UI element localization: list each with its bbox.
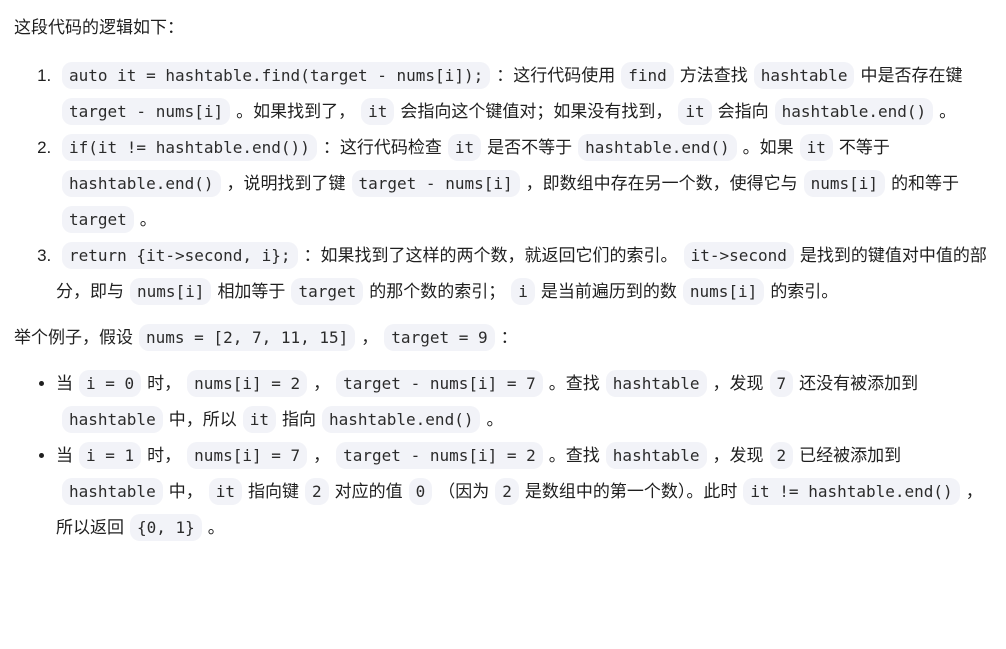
- inline-code: 2: [495, 478, 519, 505]
- inline-code: 2: [304, 478, 329, 505]
- inline-code: nums[i]: [682, 278, 765, 305]
- text-run: 。如果找到了，: [236, 102, 356, 122]
- text-run: ，即数组中存在另一个数，使得它与: [525, 174, 798, 194]
- inline-code: hashtable: [62, 406, 163, 433]
- text-run: 举个例子，假设: [14, 328, 133, 348]
- text-run: 当: [56, 446, 73, 466]
- case-item: 当 i = 0时，nums[i] = 2，target - nums[i] = 7…: [56, 366, 992, 438]
- text-run: 。: [207, 518, 225, 538]
- inline-code: target - nums[i]: [351, 170, 520, 197]
- inline-code: nums[i]: [803, 170, 886, 197]
- text-run: ：这行代码使用: [496, 66, 616, 86]
- text-run: ，发现: [712, 374, 764, 394]
- text-run: 还没有被添加到: [799, 374, 919, 394]
- text-run: 的和等于: [891, 174, 960, 194]
- text-run: ，: [361, 328, 379, 348]
- inline-code: nums[i] = 7: [187, 442, 308, 469]
- text-run: 方法查找: [679, 66, 748, 86]
- text-run: ：这行代码检查: [322, 138, 442, 158]
- inline-code: nums[i] = 2: [187, 370, 308, 397]
- inline-code: hashtable.end(): [774, 98, 934, 125]
- inline-code: target: [62, 206, 134, 233]
- text-run: ：如果找到了这样的两个数，就返回它们的索引。: [303, 246, 678, 266]
- text-run: 中，所以: [168, 410, 237, 430]
- inline-code: it: [678, 98, 712, 125]
- text-run: 会指向: [717, 102, 769, 122]
- text-run: 相加等于: [217, 282, 286, 302]
- inline-code: target - nums[i] = 2: [336, 442, 543, 469]
- text-run: 。: [486, 410, 504, 430]
- inline-code: hashtable: [605, 370, 707, 397]
- example-cases-list: 当i = 0时，nums[i] = 2，target - nums[i] = 7…: [14, 366, 992, 546]
- inline-code: it: [208, 478, 242, 505]
- inline-code: hashtable.end(): [578, 134, 737, 161]
- text-run: 会指向这个键值对；如果没有找到，: [400, 102, 673, 122]
- step-item: auto it = hashtable.find(target - nums[i…: [56, 58, 992, 130]
- inline-code: it: [799, 134, 833, 161]
- text-run: 指向: [281, 410, 316, 430]
- inline-code: i = 0: [79, 370, 142, 397]
- inline-code: it->second: [683, 242, 794, 269]
- inline-code: 0: [408, 478, 433, 505]
- inline-code: it: [361, 98, 395, 125]
- text-run: 是数组中的第一个数）。此时: [524, 482, 738, 502]
- text-run: 是当前遍历到的数: [540, 282, 677, 302]
- inline-code: target = 9: [384, 324, 495, 351]
- text-run: 。查找: [548, 374, 600, 394]
- inline-code: target - nums[i]: [62, 98, 231, 125]
- inline-code: return {it->second, i};: [62, 242, 298, 269]
- inline-code: {0, 1}: [130, 514, 202, 541]
- inline-code: i: [511, 278, 535, 305]
- text-run: ：: [500, 328, 518, 348]
- text-run: 不等于: [838, 138, 890, 158]
- inline-code: if(it != hashtable.end()): [62, 134, 317, 161]
- text-run: 时，: [147, 374, 182, 394]
- inline-code: 2: [769, 442, 794, 469]
- inline-code: find: [621, 62, 674, 89]
- text-run: 指向键: [247, 482, 299, 502]
- example-intro: 举个例子，假设 nums = [2, 7, 11, 15]， target = 9：: [14, 322, 992, 354]
- text-run: ，: [313, 374, 331, 394]
- text-run: 。: [139, 210, 157, 230]
- text-run: 。: [939, 102, 957, 122]
- inline-code: hashtable: [605, 442, 707, 469]
- inline-code: target: [291, 278, 364, 305]
- inline-code: it: [242, 406, 276, 433]
- text-run: 时，: [147, 446, 182, 466]
- text-run: 是否不等于: [487, 138, 573, 158]
- intro-text: 这段代码的逻辑如下：: [14, 18, 184, 38]
- step-item: return {it->second, i};：如果找到了这样的两个数，就返回它…: [56, 238, 992, 310]
- inline-code: nums[i]: [130, 278, 212, 305]
- text-run: ，发现: [712, 446, 764, 466]
- text-run: 对应的值: [334, 482, 403, 502]
- inline-code: auto it = hashtable.find(target - nums[i…: [62, 62, 491, 89]
- text-run: （因为: [438, 482, 490, 502]
- text-run: 已经被添加到: [799, 446, 902, 466]
- text-run: 。如果: [742, 138, 794, 158]
- text-run: 。查找: [548, 446, 600, 466]
- inline-code: hashtable.end(): [321, 406, 481, 433]
- logic-steps-list: auto it = hashtable.find(target - nums[i…: [14, 58, 992, 310]
- inline-code: hashtable: [62, 478, 163, 505]
- text-run: 中是否存在键: [860, 66, 963, 86]
- text-run: 中，: [168, 482, 203, 502]
- text-run: ，说明找到了键: [226, 174, 346, 194]
- text-run: ，: [313, 446, 331, 466]
- inline-code: target - nums[i] = 7: [336, 370, 543, 397]
- inline-code: it != hashtable.end(): [743, 478, 960, 505]
- explanation-document: 这段代码的逻辑如下： auto it = hashtable.find(targ…: [0, 12, 1006, 546]
- inline-code: hashtable: [753, 62, 855, 89]
- step-item: if(it != hashtable.end())：这行代码检查it是否不等于h…: [56, 130, 992, 238]
- inline-code: nums = [2, 7, 11, 15]: [139, 324, 356, 351]
- inline-code: 7: [769, 370, 794, 397]
- case-item: 当 i = 1时，nums[i] = 7，target - nums[i] = 2…: [56, 438, 992, 546]
- inline-code: i = 1: [79, 442, 142, 469]
- text-run: 当: [56, 374, 73, 394]
- text-run: 的那个数的索引；: [369, 282, 506, 302]
- inline-code: it: [447, 134, 482, 161]
- inline-code: hashtable.end(): [62, 170, 221, 197]
- text-run: 的索引。: [770, 282, 839, 302]
